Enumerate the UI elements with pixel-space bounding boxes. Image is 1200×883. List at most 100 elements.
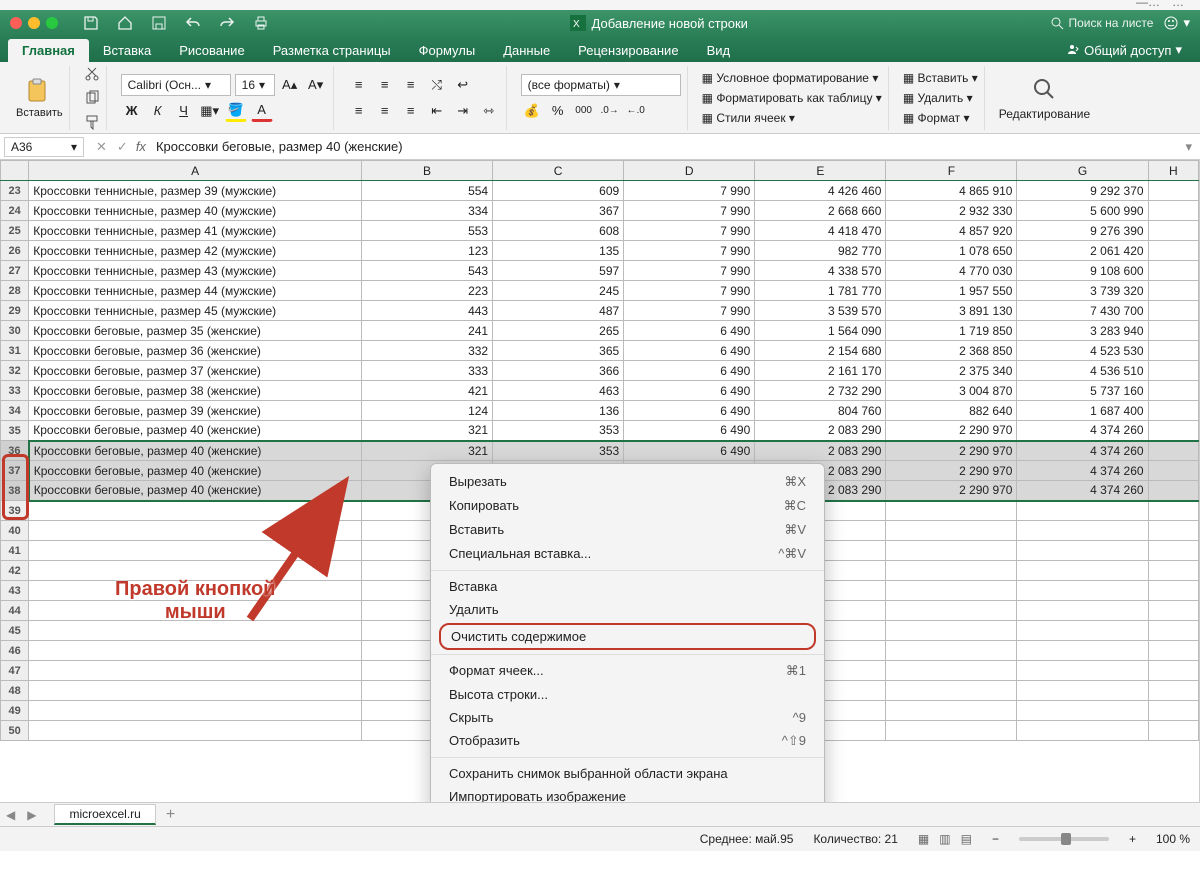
cell[interactable]: 1 564 090 [755, 321, 886, 341]
window-controls[interactable] [10, 17, 58, 29]
cell[interactable]: 1 719 850 [886, 321, 1017, 341]
cell[interactable]: 3 891 130 [886, 301, 1017, 321]
cell[interactable]: Кроссовки беговые, размер 36 (женские) [29, 341, 362, 361]
cell[interactable] [29, 721, 362, 741]
cell[interactable]: Кроссовки беговые, размер 39 (женские) [29, 401, 362, 421]
cell[interactable]: 609 [493, 181, 624, 201]
cell[interactable]: 4 865 910 [886, 181, 1017, 201]
col-header[interactable]: D [624, 161, 755, 181]
cancel-formula-icon[interactable]: ✕ [96, 139, 107, 155]
cell[interactable]: 2 290 970 [886, 441, 1017, 461]
row-header[interactable]: 44 [1, 601, 29, 621]
cut-icon[interactable] [84, 66, 100, 82]
col-header[interactable]: H [1148, 161, 1198, 181]
cell[interactable]: 2 375 340 [886, 361, 1017, 381]
cell[interactable]: 365 [493, 341, 624, 361]
cell[interactable]: 982 770 [755, 241, 886, 261]
cell[interactable] [29, 681, 362, 701]
spreadsheet-area[interactable]: ABCDEFGH23Кроссовки теннисные, размер 39… [0, 160, 1200, 802]
cell[interactable]: 6 490 [624, 421, 755, 441]
cm-clear-contents[interactable]: Очистить содержимое [439, 623, 816, 650]
paste-button[interactable]: Вставить [16, 77, 63, 119]
cell[interactable]: 2 083 290 [755, 441, 886, 461]
cell[interactable]: 3 539 570 [755, 301, 886, 321]
cell[interactable]: 6 490 [624, 381, 755, 401]
cell[interactable] [886, 541, 1017, 561]
cell[interactable]: 123 [362, 241, 493, 261]
cell[interactable]: 608 [493, 221, 624, 241]
cell[interactable]: 4 426 460 [755, 181, 886, 201]
cell[interactable] [1148, 561, 1198, 581]
cell[interactable] [1017, 561, 1148, 581]
tab-nav-next[interactable]: ▶ [21, 808, 42, 822]
cell[interactable] [29, 701, 362, 721]
cell[interactable]: 7 990 [624, 221, 755, 241]
cell[interactable]: 4 374 260 [1017, 441, 1148, 461]
cell[interactable] [1148, 441, 1198, 461]
cell[interactable]: 487 [493, 301, 624, 321]
row-header[interactable]: 30 [1, 321, 29, 341]
cell[interactable]: 333 [362, 361, 493, 381]
cell-styles-button[interactable]: ▦ Стили ячеек ▾ [702, 111, 882, 125]
zoom-in-button[interactable]: + [1129, 832, 1136, 846]
cell[interactable]: 9 292 370 [1017, 181, 1148, 201]
cell[interactable] [1148, 261, 1198, 281]
cell[interactable] [886, 601, 1017, 621]
cell[interactable]: 4 374 260 [1017, 461, 1148, 481]
cell[interactable] [886, 641, 1017, 661]
feedback-icon[interactable] [1163, 15, 1179, 31]
cell[interactable]: 597 [493, 261, 624, 281]
cell[interactable] [1148, 721, 1198, 741]
cell[interactable] [1148, 241, 1198, 261]
cm-format-cells[interactable]: Формат ячеек...⌘1 [431, 659, 824, 683]
merge-icon[interactable]: ⇿ [478, 100, 500, 122]
align-bottom-icon[interactable]: ≡ [400, 74, 422, 96]
cm-hide[interactable]: Скрыть^9 [431, 706, 824, 729]
row-header[interactable]: 48 [1, 681, 29, 701]
tab-вставка[interactable]: Вставка [89, 39, 165, 62]
copy-icon[interactable] [84, 90, 100, 106]
tab-данные[interactable]: Данные [489, 39, 564, 62]
cell[interactable] [1017, 721, 1148, 741]
cm-copy[interactable]: Копировать⌘C [431, 494, 824, 518]
redo-icon[interactable] [219, 15, 235, 31]
col-header[interactable]: B [362, 161, 493, 181]
align-right-icon[interactable]: ≡ [400, 100, 422, 122]
cell[interactable]: 6 490 [624, 321, 755, 341]
cell[interactable] [886, 521, 1017, 541]
find-icon[interactable] [1030, 75, 1058, 103]
font-grow-icon[interactable]: A▴ [279, 74, 301, 96]
cell[interactable]: 2 290 970 [886, 461, 1017, 481]
cell[interactable] [1148, 661, 1198, 681]
cell[interactable]: 2 932 330 [886, 201, 1017, 221]
cell[interactable]: Кроссовки теннисные, размер 43 (мужские) [29, 261, 362, 281]
font-color-button[interactable]: A [251, 100, 273, 122]
bold-button[interactable]: Ж [121, 100, 143, 122]
wrap-text-icon[interactable]: ↩ [452, 74, 474, 96]
cell[interactable]: 1 687 400 [1017, 401, 1148, 421]
row-header[interactable]: 41 [1, 541, 29, 561]
cell[interactable]: 3 004 870 [886, 381, 1017, 401]
cell[interactable] [1148, 221, 1198, 241]
cell[interactable] [1017, 501, 1148, 521]
cell[interactable] [1017, 681, 1148, 701]
cell[interactable] [1148, 521, 1198, 541]
home-icon[interactable] [117, 15, 133, 31]
format-as-table-button[interactable]: ▦ Форматировать как таблицу ▾ [702, 91, 882, 105]
cell[interactable]: 2 732 290 [755, 381, 886, 401]
minimize-window-button[interactable] [28, 17, 40, 29]
normal-view-icon[interactable]: ▦ [918, 832, 929, 846]
cell[interactable] [1017, 661, 1148, 681]
italic-button[interactable]: К [147, 100, 169, 122]
zoom-slider[interactable] [1019, 837, 1109, 841]
cell[interactable]: 4 374 260 [1017, 421, 1148, 441]
font-name-select[interactable]: Calibri (Осн...▾ [121, 74, 231, 96]
number-format-select[interactable]: (все форматы)▾ [521, 74, 681, 96]
cell[interactable]: 332 [362, 341, 493, 361]
cm-show[interactable]: Отобразить^⇧9 [431, 729, 824, 753]
sheet-tab[interactable]: microexcel.ru [54, 804, 155, 825]
cell[interactable]: 135 [493, 241, 624, 261]
cell[interactable]: 353 [493, 421, 624, 441]
cell[interactable]: 4 523 530 [1017, 341, 1148, 361]
cell[interactable]: 4 536 510 [1017, 361, 1148, 381]
